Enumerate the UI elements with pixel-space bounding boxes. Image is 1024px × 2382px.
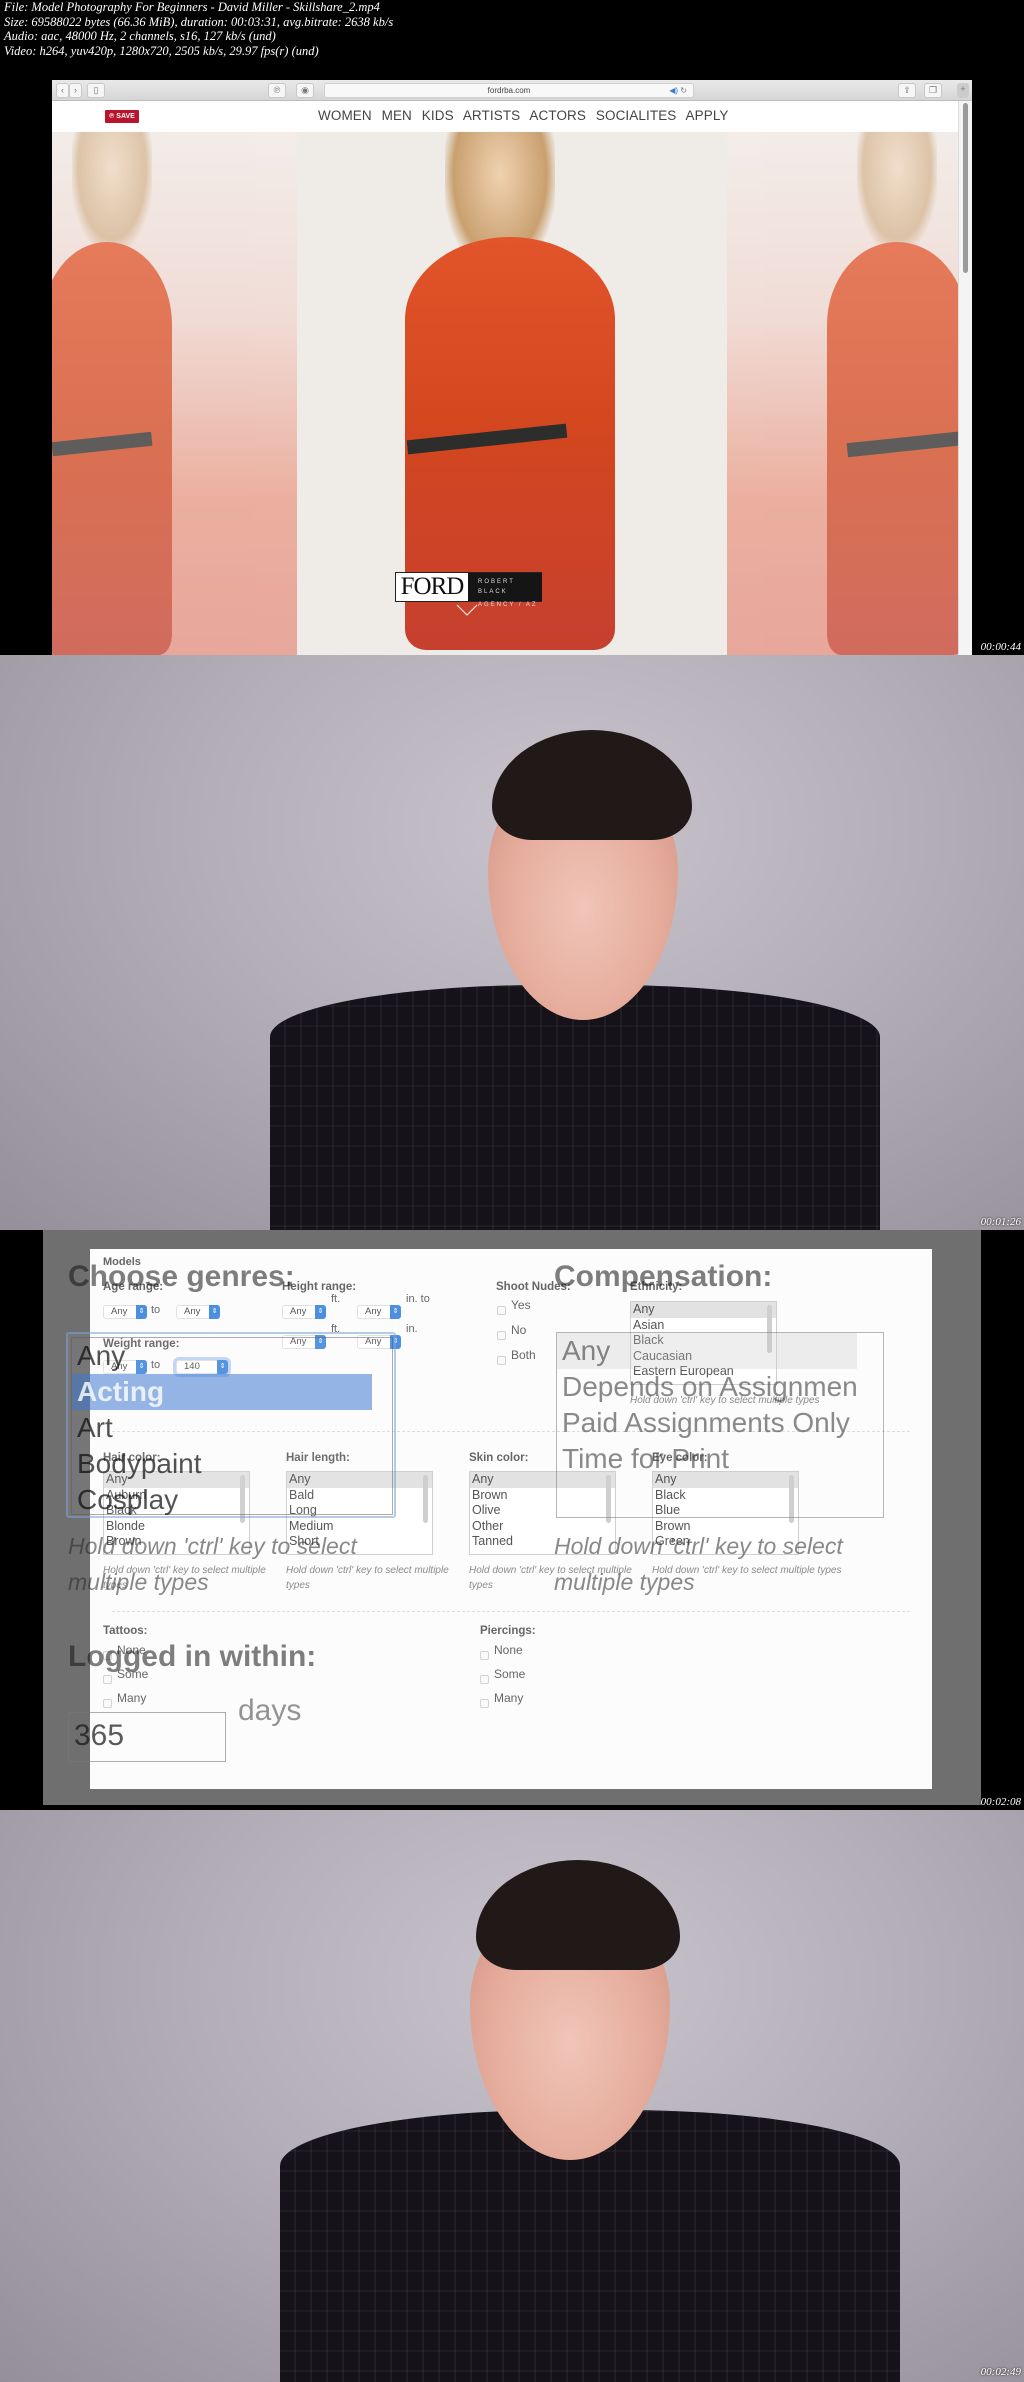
skin-color-label: Skin color: bbox=[469, 1452, 529, 1464]
file-info-audio: Audio: aac, 48000 Hz, 2 channels, s16, 1… bbox=[4, 29, 276, 43]
nudes-no-checkbox[interactable] bbox=[497, 1331, 506, 1340]
page-scrollbar[interactable] bbox=[958, 101, 972, 655]
site-header: ℗ SAVE WOMEN MEN KIDS ARTISTS ACTORS SOC… bbox=[52, 101, 958, 132]
piercings-many-checkbox[interactable] bbox=[480, 1699, 489, 1708]
file-info: File: Model Photography For Beginners - … bbox=[4, 0, 704, 58]
select-arrows-icon: ⇕ bbox=[209, 1305, 220, 1319]
nav-kids[interactable]: KIDS bbox=[422, 108, 454, 123]
compensation-option[interactable]: Any bbox=[557, 1333, 857, 1369]
list-option[interactable]: Any bbox=[631, 1302, 776, 1318]
forward-icon: › bbox=[74, 85, 77, 95]
file-info-video: Video: h264, yuv420p, 1280x720, 2505 kb/… bbox=[4, 43, 319, 58]
tattoos-label: Tattoos: bbox=[103, 1625, 148, 1637]
tattoos-many-checkbox[interactable] bbox=[103, 1699, 112, 1708]
genre-option[interactable]: Art bbox=[72, 1410, 392, 1446]
age-from-select[interactable]: Any ⇕ bbox=[103, 1305, 147, 1319]
sidebar-button[interactable]: ▯ bbox=[87, 83, 105, 98]
adblock-extension-button[interactable]: ◉ bbox=[296, 83, 314, 98]
reload-icon[interactable]: ↻ bbox=[680, 86, 687, 95]
url-text: fordrba.com bbox=[487, 86, 531, 95]
nudes-both-checkbox[interactable] bbox=[497, 1356, 506, 1365]
piercings-some-checkbox[interactable] bbox=[480, 1675, 489, 1684]
hero-panel-left bbox=[52, 132, 297, 655]
hero-panel-right bbox=[727, 132, 968, 655]
tabs-icon: ❐ bbox=[928, 85, 938, 95]
piercings-label: Piercings: bbox=[480, 1625, 536, 1637]
video-frame-4: 00:02:49 bbox=[0, 1810, 1024, 2382]
height-from-ft-select[interactable]: Any ⇕ bbox=[282, 1305, 326, 1319]
frame-timestamp: 00:01:26 bbox=[980, 1216, 1021, 1228]
select-arrows-icon: ⇕ bbox=[315, 1305, 326, 1319]
genre-option-selected[interactable]: Acting bbox=[72, 1374, 372, 1410]
compensation-option[interactable]: Paid Assignments Only bbox=[557, 1405, 857, 1441]
nav-apply[interactable]: APPLY bbox=[686, 108, 729, 123]
sidebar-icon: ▯ bbox=[93, 85, 99, 95]
file-info-size: Size: 69588022 bytes (66.36 MiB), durati… bbox=[4, 14, 394, 29]
video-frame-1: ‹ › ▯ ℗ ◉ fordrba.com ◀) ↻ ⇪ ❐ + ℗ SAVE … bbox=[0, 70, 1024, 655]
forward-button[interactable]: › bbox=[69, 83, 82, 98]
pinterest-save-button[interactable]: ℗ SAVE bbox=[105, 110, 139, 123]
genre-option[interactable]: Any bbox=[72, 1338, 392, 1374]
genres-hint: Hold down 'ctrl' key to select multiple … bbox=[68, 1533, 357, 1595]
share-button[interactable]: ⇪ bbox=[898, 83, 916, 98]
height-from-in-select[interactable]: Any ⇕ bbox=[357, 1305, 401, 1319]
nav-artists[interactable]: ARTISTS bbox=[463, 108, 520, 123]
nudes-yes-checkbox[interactable] bbox=[497, 1306, 506, 1315]
browser-toolbar: ‹ › ▯ ℗ ◉ fordrba.com ◀) ↻ ⇪ ❐ + bbox=[52, 80, 972, 101]
days-unit-label: days bbox=[238, 1694, 302, 1727]
model-search-form: Models Age range: Any ⇕ to Any ⇕ Height ra… bbox=[90, 1249, 932, 1789]
scroll-down-chevron-icon[interactable] bbox=[456, 604, 478, 616]
pinterest-extension-button[interactable]: ℗ bbox=[268, 83, 286, 98]
frame-timestamp: 00:00:44 bbox=[980, 641, 1021, 653]
genre-option[interactable]: Cosplay bbox=[72, 1482, 392, 1518]
list-option[interactable]: Asian bbox=[631, 1318, 776, 1334]
logo-agency-text: ROBERT BLACK AGENCY / AZ bbox=[468, 573, 542, 608]
nav-men[interactable]: MEN bbox=[382, 108, 412, 123]
nav-actors[interactable]: ACTORS bbox=[529, 108, 586, 123]
presenter-shirt bbox=[270, 985, 880, 1230]
adblock-icon: ◉ bbox=[301, 85, 309, 95]
compensation-option[interactable]: Time for Print bbox=[557, 1441, 857, 1477]
logo-ford-text: FORD bbox=[396, 573, 468, 601]
logged-in-days-input[interactable]: 365 bbox=[68, 1712, 226, 1762]
plus-icon: + bbox=[960, 84, 966, 94]
logged-in-heading: Logged in within: bbox=[68, 1640, 317, 1673]
listbox-scrollbar[interactable] bbox=[423, 1475, 428, 1523]
video-frame-2: 00:01:26 bbox=[0, 655, 1024, 1230]
video-frame-3: Models Age range: Any ⇕ to Any ⇕ Height ra… bbox=[0, 1230, 1024, 1810]
new-tab-button[interactable]: + bbox=[957, 83, 969, 98]
main-nav: WOMEN MEN KIDS ARTISTS ACTORS SOCIALITES… bbox=[318, 108, 735, 123]
pinterest-icon: ℗ bbox=[273, 85, 281, 95]
frame-timestamp: 00:02:08 bbox=[980, 1796, 1021, 1808]
ford-logo[interactable]: FORD ROBERT BLACK AGENCY / AZ bbox=[395, 572, 542, 608]
share-icon: ⇪ bbox=[903, 85, 911, 95]
compensation-listbox[interactable]: Any Depends on Assignment Paid Assignmen… bbox=[556, 1332, 884, 1518]
select-arrows-icon: ⇕ bbox=[136, 1305, 147, 1319]
hero-image: FORD ROBERT BLACK AGENCY / AZ bbox=[52, 132, 968, 655]
compensation-hint: Hold down 'ctrl' key to select multiple … bbox=[554, 1533, 843, 1595]
nav-women[interactable]: WOMEN bbox=[318, 108, 372, 123]
age-to-select[interactable]: Any ⇕ bbox=[176, 1305, 220, 1319]
tabs-button[interactable]: ❐ bbox=[924, 83, 942, 98]
tattoos-some-checkbox[interactable] bbox=[103, 1675, 112, 1684]
nav-socialites[interactable]: SOCIALITES bbox=[596, 108, 677, 123]
genres-listbox[interactable]: Any Acting Art Bodypaint Cosplay bbox=[66, 1332, 396, 1518]
scrollbar-thumb[interactable] bbox=[963, 103, 968, 273]
compensation-option[interactable]: Depends on Assignment bbox=[557, 1369, 857, 1405]
address-bar[interactable]: fordrba.com ◀) ↻ bbox=[324, 83, 694, 98]
piercings-none-checkbox[interactable] bbox=[480, 1651, 489, 1660]
select-arrows-icon: ⇕ bbox=[390, 1305, 401, 1319]
back-button[interactable]: ‹ bbox=[56, 83, 69, 98]
browser-window: ‹ › ▯ ℗ ◉ fordrba.com ◀) ↻ ⇪ ❐ + ℗ SAVE … bbox=[52, 80, 972, 655]
file-info-name: File: Model Photography For Beginners - … bbox=[4, 0, 380, 14]
back-icon: ‹ bbox=[61, 85, 64, 95]
genre-option[interactable]: Bodypaint bbox=[72, 1446, 392, 1482]
frame-timestamp: 00:02:49 bbox=[980, 2366, 1021, 2378]
compensation-heading: Compensation: bbox=[554, 1260, 773, 1293]
genres-heading: Choose genres: bbox=[68, 1260, 295, 1293]
audio-icon[interactable]: ◀) bbox=[669, 86, 678, 95]
